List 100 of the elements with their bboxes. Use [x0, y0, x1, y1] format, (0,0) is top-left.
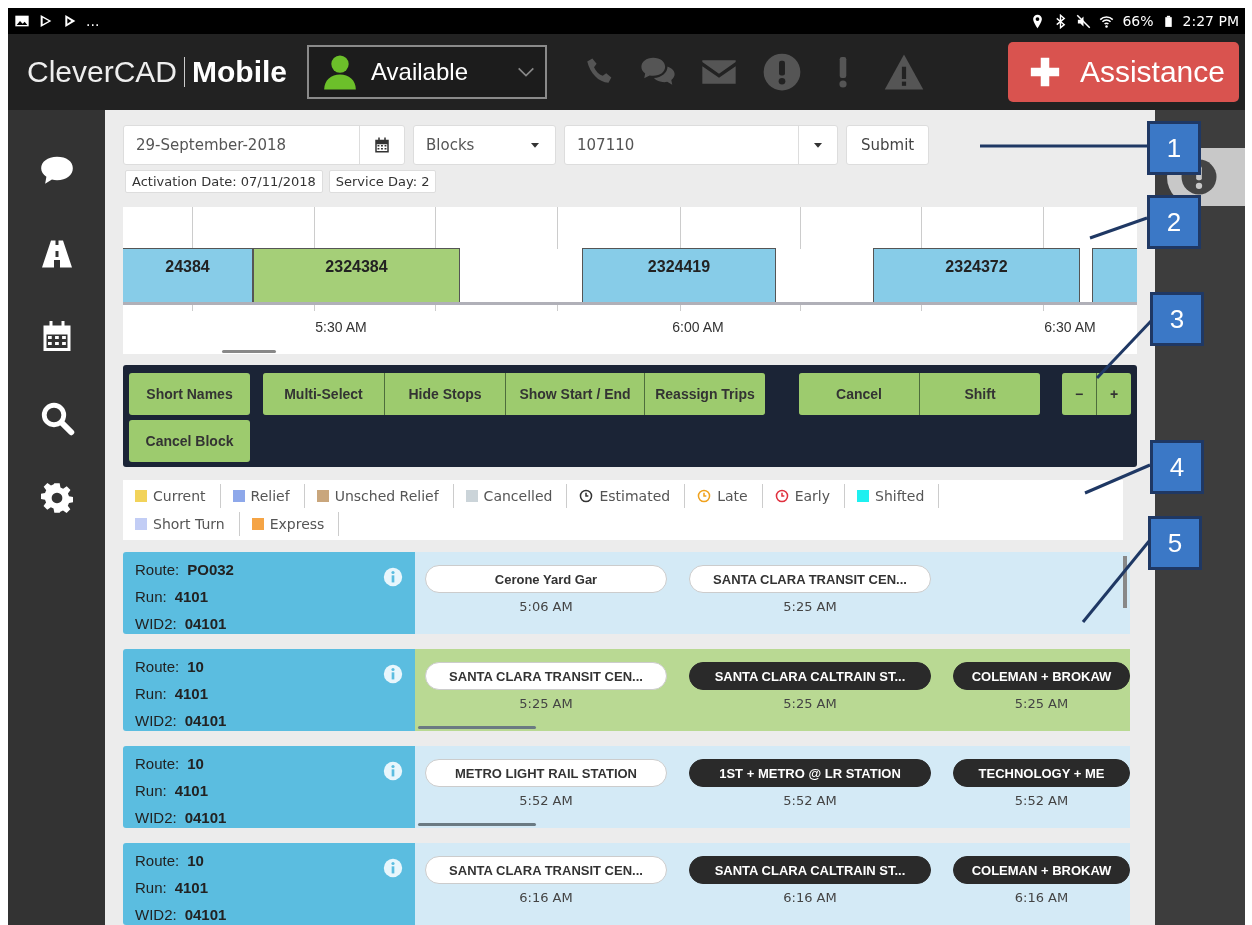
- field-value: 4101: [174, 782, 209, 799]
- stop-pill[interactable]: SANTA CLARA CALTRAIN ST...: [689, 856, 931, 884]
- field-value: 04101: [184, 615, 227, 632]
- field-label: Run:: [135, 685, 167, 702]
- scrollbar[interactable]: [418, 823, 536, 826]
- legend-label: Relief: [250, 488, 290, 504]
- leader-line: [1089, 216, 1148, 240]
- callout-number: 5: [1148, 516, 1202, 570]
- field-value: 10: [187, 755, 204, 772]
- stop-pill[interactable]: SANTA CLARA TRANSIT CEN...: [425, 662, 667, 690]
- stop-pill[interactable]: Cerone Yard Gar: [425, 565, 667, 593]
- stops-strip[interactable]: SANTA CLARA TRANSIT CEN... 6:16 AM SANTA CLARA CALTRAIN ST... 6:16 AM COLEMAN + BROKAW 6:16 AM: [415, 843, 1130, 925]
- legend-label: Express: [269, 516, 325, 532]
- stop-pill[interactable]: SANTA CLARA CALTRAIN ST...: [689, 662, 931, 690]
- field-label: WID2:: [135, 615, 177, 632]
- toolbar-button[interactable]: +: [1097, 373, 1131, 415]
- scrollbar[interactable]: [418, 726, 536, 729]
- toolbar-button[interactable]: Shift: [920, 373, 1040, 415]
- mode-dropdown[interactable]: Blocks: [413, 125, 556, 165]
- stops-strip[interactable]: SANTA CLARA TRANSIT CEN... 5:25 AM SANTA CLARA CALTRAIN ST... 5:25 AM COLEMAN + BROKAW 5:25 AM: [415, 649, 1130, 731]
- field-value: 4101: [174, 685, 209, 702]
- toolbar-button[interactable]: Show Start / End: [506, 373, 644, 415]
- field-label: Route:: [135, 852, 180, 869]
- legend-label: Cancelled: [483, 488, 553, 504]
- toolbar-button[interactable]: Hide Stops: [385, 373, 505, 415]
- timeline-block[interactable]: 2324372: [873, 248, 1080, 302]
- field-value: 10: [187, 658, 204, 675]
- legend-label: Late: [717, 488, 748, 504]
- info-icon[interactable]: [383, 664, 403, 684]
- stop-time: 5:52 AM: [519, 793, 573, 808]
- stops-strip[interactable]: Cerone Yard Gar 5:06 AM SANTA CLARA TRANSIT CEN... 5:25 AM: [415, 552, 1130, 634]
- stops-strip[interactable]: METRO LIGHT RAIL STATION 5:52 AM 1ST + METRO @ LR STATION 5:52 AM TECHNOLOGY + ME 5:52 AM: [415, 746, 1130, 828]
- field-label: Run:: [135, 879, 167, 896]
- legend-label: Current: [153, 488, 206, 504]
- field-value: 04101: [184, 712, 227, 729]
- info-tag: Service Day: 2: [328, 170, 437, 193]
- field-label: Run:: [135, 782, 167, 799]
- status-dropdown[interactable]: Available: [307, 45, 548, 99]
- legend-label: Estimated: [599, 488, 671, 504]
- field-label: Route:: [135, 755, 180, 772]
- battery-percent: 66%: [1122, 13, 1154, 29]
- field-label: Route:: [135, 561, 180, 578]
- toolbar-button[interactable]: Reassign Trips: [645, 373, 765, 415]
- field-value: PO032: [187, 561, 234, 578]
- stop-pill[interactable]: COLEMAN + BROKAW: [953, 856, 1130, 884]
- field-label: WID2:: [135, 809, 177, 826]
- toolbar-button[interactable]: Cancel: [799, 373, 919, 415]
- timeline-block[interactable]: 2324384: [253, 248, 460, 302]
- toolbar-button[interactable]: Multi-Select: [263, 373, 384, 415]
- stop-time: 5:25 AM: [783, 599, 837, 614]
- stop-pill[interactable]: SANTA CLARA TRANSIT CEN...: [425, 856, 667, 884]
- legend-label: Shifted: [875, 488, 925, 504]
- stop-pill[interactable]: TECHNOLOGY + ME: [953, 759, 1130, 787]
- stop-time: 5:52 AM: [783, 793, 837, 808]
- legend-label: Short Turn: [153, 516, 225, 532]
- legend-label: Unsched Relief: [334, 488, 439, 504]
- field-value: 10: [187, 852, 204, 869]
- info-icon[interactable]: [383, 567, 403, 587]
- scrollbar[interactable]: [222, 350, 276, 353]
- time-axis-label: 5:30 AM: [315, 319, 367, 335]
- stop-pill[interactable]: 1ST + METRO @ LR STATION: [689, 759, 931, 787]
- stop-time: 5:25 AM: [783, 696, 837, 711]
- field-label: WID2:: [135, 712, 177, 729]
- block-field[interactable]: 107110: [564, 125, 838, 165]
- settings-icon[interactable]: [40, 482, 73, 514]
- time-axis-label: 6:30 AM: [1044, 319, 1096, 335]
- field-label: Run:: [135, 588, 167, 605]
- field-value: 4101: [174, 588, 209, 605]
- timeline-block[interactable]: 2324419: [582, 248, 776, 302]
- timeline-block[interactable]: 24384: [123, 248, 253, 302]
- stop-pill[interactable]: COLEMAN + BROKAW: [953, 662, 1130, 690]
- mute-icon: [1076, 13, 1092, 29]
- stop-pill[interactable]: SANTA CLARA TRANSIT CEN...: [689, 565, 931, 593]
- toolbar-button[interactable]: Short Names: [129, 373, 250, 415]
- leader-line: [1084, 463, 1151, 495]
- assistance-button[interactable]: Assistance: [1007, 42, 1239, 102]
- info-icon[interactable]: [383, 761, 403, 781]
- info-tag: Activation Date: 07/11/2018: [125, 170, 323, 193]
- logo-text: Mobile: [192, 55, 288, 89]
- field-label: WID2:: [135, 906, 177, 923]
- field-label: Route:: [135, 658, 180, 675]
- submit-button[interactable]: Submit: [846, 125, 930, 165]
- legend-label: Early: [794, 488, 830, 504]
- wifi-icon: [1099, 13, 1115, 29]
- time-axis-label: 6:00 AM: [672, 319, 724, 335]
- toolbar-button[interactable]: Cancel Block: [129, 420, 250, 462]
- info-icon[interactable]: [383, 858, 403, 878]
- callout-number: 1: [1147, 121, 1201, 175]
- toolbar-button[interactable]: −: [1062, 373, 1096, 415]
- date-field[interactable]: 29-September-2018: [123, 125, 405, 165]
- stop-time: 5:25 AM: [1014, 696, 1069, 711]
- timeline-block[interactable]: [1092, 248, 1137, 302]
- stop-pill[interactable]: METRO LIGHT RAIL STATION: [425, 759, 667, 787]
- calendar-icon[interactable]: [373, 136, 391, 154]
- logo-text: CleverCAD: [27, 55, 178, 89]
- more-notifications: ...: [86, 13, 100, 29]
- callout-number: 3: [1150, 292, 1204, 346]
- stop-time: 6:16 AM: [519, 890, 573, 905]
- field-value: 4101: [174, 879, 209, 896]
- scrollbar[interactable]: [1123, 556, 1127, 608]
